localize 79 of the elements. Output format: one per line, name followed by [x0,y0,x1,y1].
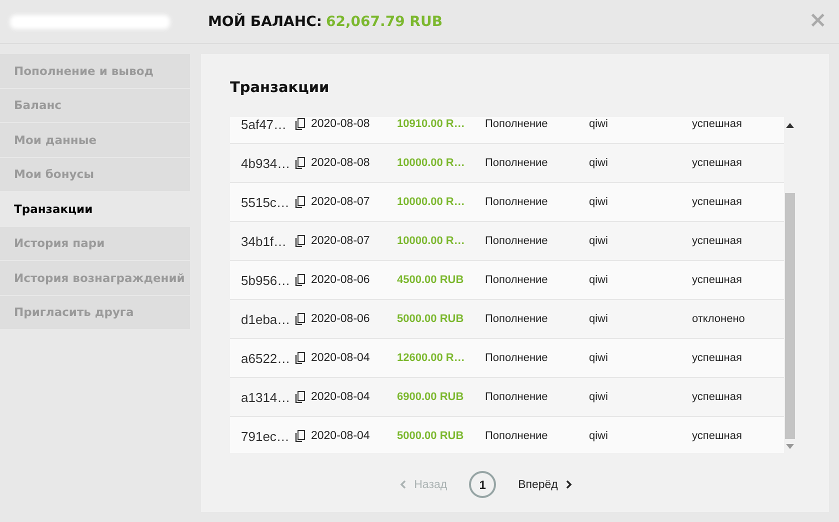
method-cell-text: qiwi [589,313,609,325]
date-cell-text: 2020-08-06 [311,313,371,325]
status-cell: успешная [692,157,742,169]
scroll-up-icon[interactable] [786,123,794,128]
next-button[interactable]: Вперёд [516,476,574,492]
type-cell-text: Пополнение [485,235,549,247]
status-cell: успешная [692,430,742,442]
method-cell-text: qiwi [589,235,609,247]
method-cell-text: qiwi [589,430,609,442]
transaction-id: 4b934… [241,156,292,170]
type-cell-text: Пополнение [485,352,549,364]
sidebar-item[interactable]: Мои бонусы [0,158,190,191]
panel-title: Транзакции [229,79,330,98]
transaction-id: d1eba… [241,312,292,326]
method-cell-text: qiwi [589,352,609,364]
amount-cell-text: 5000.00 RUB [397,313,465,325]
sidebar-item[interactable]: Пригласить друга [0,296,190,329]
date-cell-text: 2020-08-07 [311,235,371,247]
amount-cell-text: 10000.00 R… [397,157,466,169]
type-cell-text: Пополнение [485,430,549,442]
date-cell-text: 2020-08-04 [311,430,371,442]
close-button[interactable]: × [808,10,827,32]
type-cell-text: Пополнение [485,196,549,208]
balance-value: 62,067.79 RUB [326,14,443,30]
type-cell-text: Пополнение [485,391,549,403]
copy-icon[interactable] [295,235,305,247]
transaction-id: a1314… [241,390,292,404]
transaction-id: 5b956… [241,272,292,288]
copy-icon[interactable] [295,430,305,442]
chevron-left-icon [400,480,406,489]
amount-cell-text: 10000.00 R… [397,196,466,208]
status-cell: отклонено [692,313,745,325]
amount-cell-text: 4500.00 RUB [397,274,465,286]
transaction-id: 791ec… [241,428,290,444]
sidebar-item[interactable]: Баланс [0,88,190,122]
transaction-id: a6522… [241,350,292,366]
status-cell: успешная [692,274,742,286]
status-cell: успешная [692,118,742,130]
sidebar-item[interactable]: История пари [0,226,190,260]
status-cell: успешная [692,235,742,247]
copy-icon[interactable] [295,196,305,208]
method-cell-text: qiwi [589,274,609,286]
copy-icon[interactable] [295,118,305,130]
method-cell-text: qiwi [589,391,609,403]
amount-cell-text: 5000.00 RUB [397,430,465,442]
amount-cell-text: 12600.00 R… [397,352,466,364]
copy-icon[interactable] [295,391,305,403]
type-cell-text: Пополнение [485,313,549,325]
copy-icon[interactable] [295,157,305,169]
date-cell-text: 2020-08-08 [311,157,371,169]
copy-icon[interactable] [295,313,305,325]
type-cell-text: Пополнение [485,157,549,169]
amount-cell-text: 10910.00 R… [397,118,466,130]
sidebar-item[interactable]: Пополнение и вывод [0,54,190,88]
date-cell-text: 2020-08-07 [311,196,371,208]
transaction-id: 34b1f… [241,234,288,248]
page-button[interactable]: 1 [469,471,496,498]
copy-icon[interactable] [295,274,305,286]
status-cell: успешная [692,352,742,364]
method-cell-text: qiwi [589,196,609,208]
date-cell-text: 2020-08-06 [311,274,371,286]
type-cell-text: Пополнение [485,274,549,286]
date-cell-text: 2020-08-08 [311,118,371,130]
date-cell-text: 2020-08-04 [311,391,371,403]
amount-cell-text: 10000.00 R… [397,235,466,247]
sidebar-item[interactable]: Мои данные [0,123,190,156]
chevron-right-icon [566,480,572,489]
transaction-id: 5af47… [241,117,288,132]
amount-cell-text: 6900.00 RUB [397,391,465,403]
balance-label: МОЙ БАЛАНС: [208,14,322,30]
copy-icon[interactable] [295,352,305,364]
method-cell-text: qiwi [589,157,609,169]
status-cell: успешная [692,196,742,208]
method-cell-text: qiwi [589,118,609,130]
sidebar-item[interactable]: История вознаграждений [0,261,190,294]
type-cell-text: Пополнение [485,118,549,130]
status-cell: успешная [692,391,742,403]
transaction-id: 5515c… [241,194,290,210]
date-cell-text: 2020-08-04 [311,352,371,364]
